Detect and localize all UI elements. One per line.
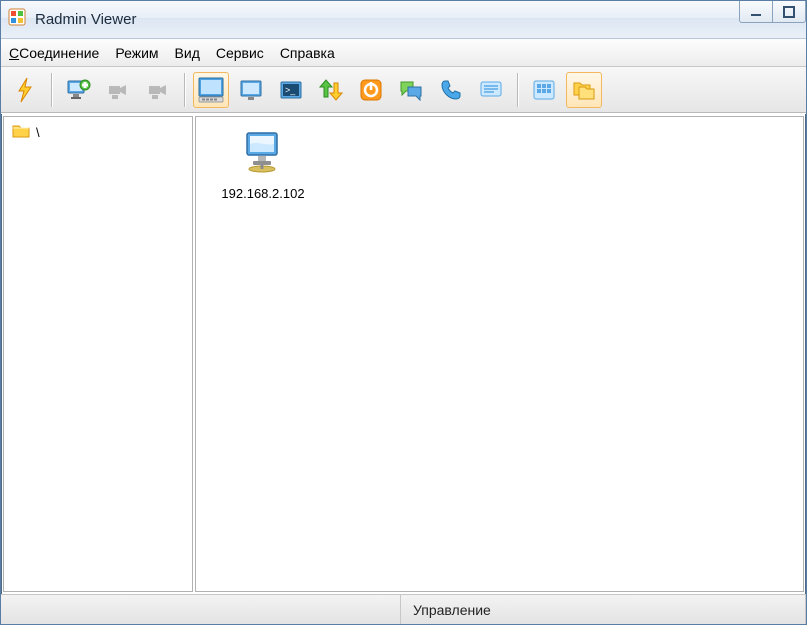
menu-tools[interactable]: Сервис: [216, 45, 264, 61]
connect-button[interactable]: [7, 72, 43, 108]
lightning-icon: [11, 76, 39, 104]
statusbar: Управление: [1, 594, 806, 624]
app-icon: [7, 7, 27, 32]
computer-icon: [239, 127, 287, 180]
shutdown-button[interactable]: [353, 72, 389, 108]
message-icon: [478, 77, 504, 103]
tree-root-label: \: [36, 125, 40, 140]
toolbar-separator: [517, 73, 518, 107]
voice-chat-button[interactable]: [433, 72, 469, 108]
terminal-icon: >_: [278, 77, 304, 103]
chat-icon: [398, 77, 424, 103]
computer-plus-icon: [64, 76, 92, 104]
tree-root[interactable]: \: [12, 123, 184, 142]
menu-connection[interactable]: ССоединение: [9, 45, 99, 61]
list-item[interactable]: 192.168.2.102: [208, 127, 318, 201]
phone-icon: [438, 77, 464, 103]
list-pane[interactable]: 192.168.2.102: [195, 116, 804, 592]
camera2-button: [140, 72, 176, 108]
folders-icon: [571, 77, 597, 103]
camera-icon: [104, 76, 132, 104]
toolbar: >_: [1, 67, 806, 113]
maximize-button[interactable]: [772, 1, 806, 23]
camera1-button: [100, 72, 136, 108]
status-left: [1, 595, 401, 624]
toolbar-separator: [184, 73, 185, 107]
camera-icon: [144, 76, 172, 104]
minimize-button[interactable]: [739, 1, 773, 23]
monitor-full-icon: [196, 75, 226, 105]
menu-view[interactable]: Вид: [175, 45, 200, 61]
menu-help[interactable]: Справка: [280, 45, 335, 61]
power-icon: [358, 77, 384, 103]
toolbar-separator: [51, 73, 52, 107]
view-only-button[interactable]: [233, 72, 269, 108]
status-mode: Управление: [401, 595, 806, 624]
send-message-button[interactable]: [473, 72, 509, 108]
svg-text:>_: >_: [285, 85, 296, 95]
arrows-updown-icon: [318, 77, 344, 103]
app-window: Radmin Viewer ССоединение Режим Вид Серв…: [0, 0, 807, 625]
add-computer-button[interactable]: [60, 72, 96, 108]
titlebar: Radmin Viewer: [1, 1, 806, 39]
tree-pane[interactable]: \: [3, 116, 193, 592]
folder-icon: [12, 123, 30, 142]
menubar: ССоединение Режим Вид Сервис Справка: [1, 39, 806, 67]
menu-mode[interactable]: Режим: [115, 45, 158, 61]
list-item-label: 192.168.2.102: [221, 186, 304, 201]
grid-icon: [531, 77, 557, 103]
monitor-icon: [238, 77, 264, 103]
phonebook-button[interactable]: [526, 72, 562, 108]
telnet-button[interactable]: >_: [273, 72, 309, 108]
file-transfer-button[interactable]: [313, 72, 349, 108]
full-control-button[interactable]: [193, 72, 229, 108]
window-title: Radmin Viewer: [35, 11, 136, 28]
client-area: \ 192.168.2.102: [1, 113, 806, 594]
text-chat-button[interactable]: [393, 72, 429, 108]
folders-button[interactable]: [566, 72, 602, 108]
